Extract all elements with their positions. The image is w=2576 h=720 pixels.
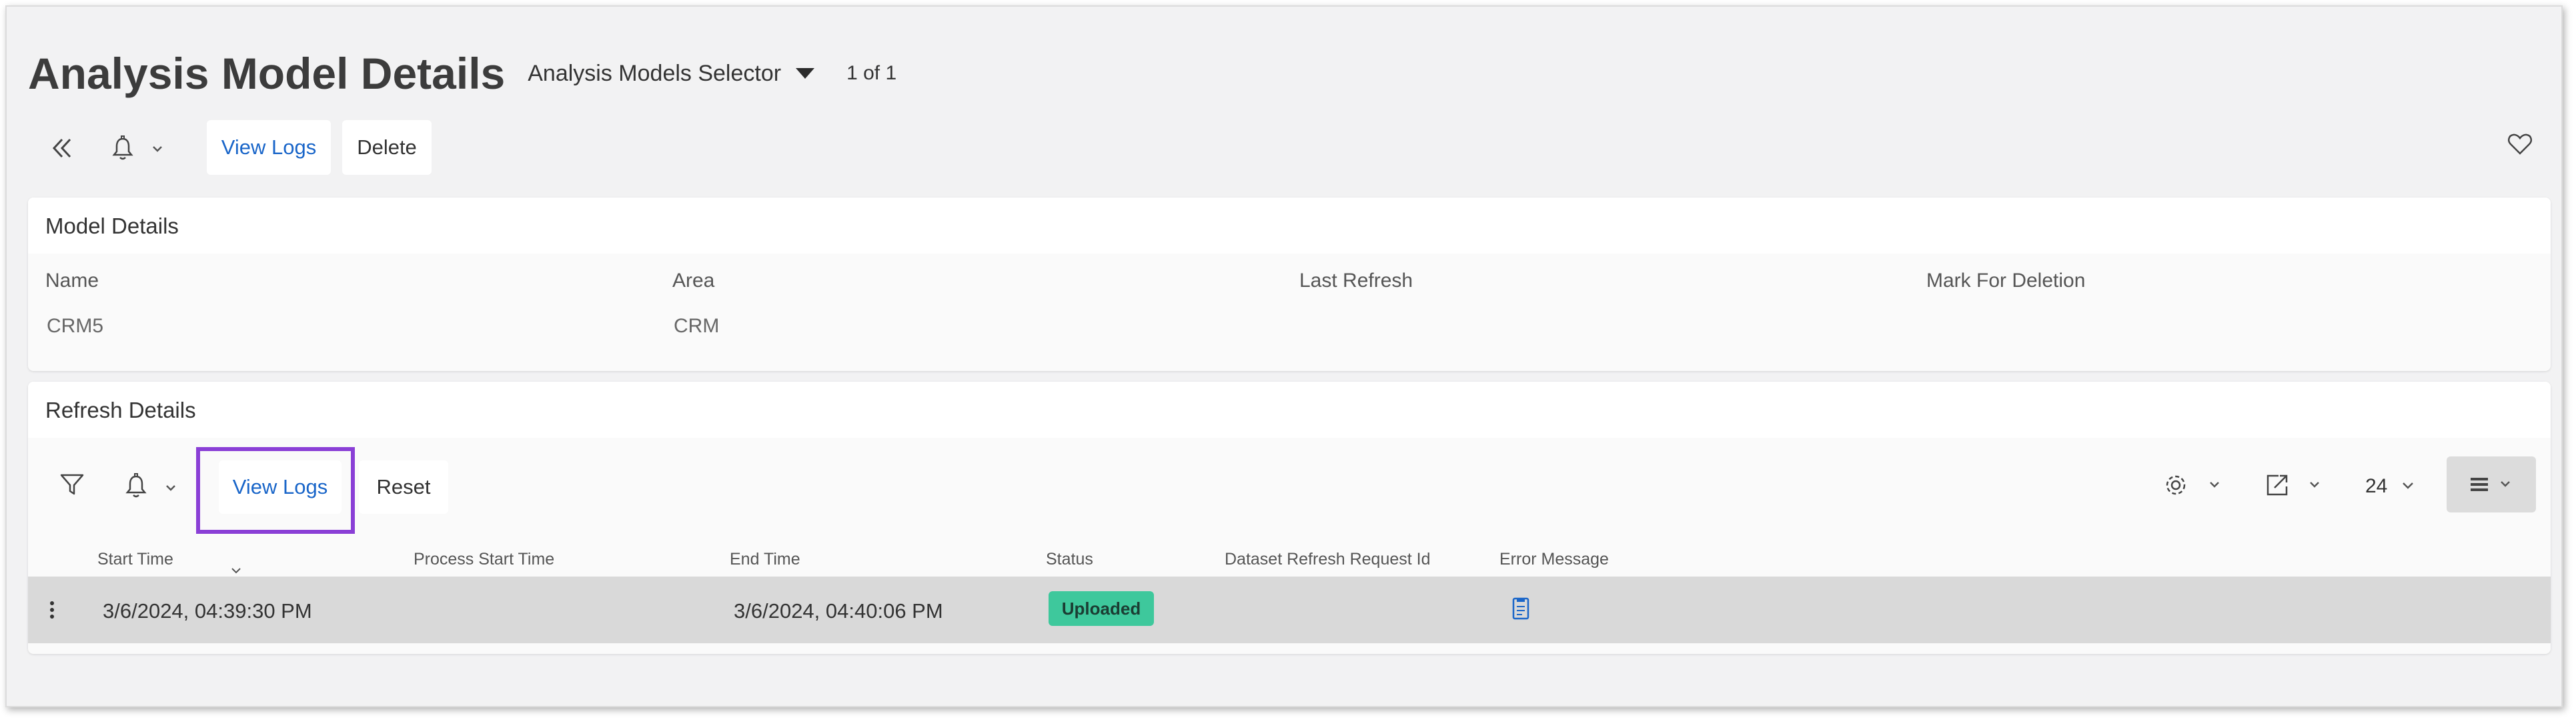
col-process-start-time[interactable]: Process Start Time	[414, 550, 554, 569]
view-logs-button[interactable]: View Logs	[207, 120, 331, 175]
page-size-dropdown[interactable]: 24	[2365, 470, 2432, 503]
col-error-message[interactable]: Error Message	[1499, 550, 1609, 569]
heart-icon[interactable]	[2504, 129, 2536, 159]
grid-notifications-dropdown[interactable]	[121, 470, 183, 502]
name-label: Name	[45, 270, 99, 292]
bell-icon	[112, 135, 162, 160]
page-size-value: 24	[2365, 475, 2388, 497]
col-start-time[interactable]: Start Time	[97, 550, 173, 569]
refresh-details-title: Refresh Details	[45, 398, 196, 422]
highlight-box	[196, 447, 355, 534]
filter-icon[interactable]	[57, 470, 87, 499]
kebab-menu-icon[interactable]	[45, 597, 59, 623]
gear-icon	[2166, 475, 2219, 495]
record-counter: 1 of 1	[846, 62, 897, 84]
notifications-dropdown[interactable]	[111, 132, 171, 164]
view-mode-dropdown[interactable]	[2447, 456, 2536, 512]
selector-label: Analysis Models Selector	[528, 60, 782, 86]
table-row[interactable]: 3/6/2024, 04:39:30 PM 3/6/2024, 04:40:06…	[28, 577, 2551, 643]
document-icon[interactable]	[1510, 595, 1531, 622]
sort-arrow-icon[interactable]	[229, 566, 243, 575]
refresh-details-header: Refresh Details	[28, 382, 2551, 438]
col-dataset-refresh-request-id[interactable]: Dataset Refresh Request Id	[1225, 550, 1431, 569]
area-label: Area	[672, 270, 715, 292]
model-details-panel: Model Details Name CRM5 Area CRM Last Re…	[28, 198, 2551, 371]
model-details-header: Model Details	[28, 198, 2551, 254]
name-value: CRM5	[47, 315, 104, 337]
chevron-down-icon	[2403, 482, 2414, 489]
analysis-models-selector[interactable]: Analysis Models Selector	[528, 60, 815, 87]
app-window: Analysis Model Details Analysis Models S…	[5, 5, 2563, 707]
bell-icon	[125, 473, 175, 498]
cell-start-time: 3/6/2024, 04:39:30 PM	[103, 599, 312, 623]
title-row: Analysis Model Details Analysis Models S…	[28, 47, 896, 100]
export-icon	[2267, 474, 2319, 496]
reset-button[interactable]: Reset	[359, 460, 448, 514]
last-refresh-label: Last Refresh	[1299, 270, 1413, 292]
list-view-icon	[2471, 478, 2510, 491]
refresh-details-panel: Refresh Details View Logs Reset 24 Start…	[28, 382, 2551, 654]
status-badge: Uploaded	[1049, 591, 1154, 626]
col-end-time[interactable]: End Time	[730, 550, 800, 569]
col-status[interactable]: Status	[1046, 550, 1093, 569]
export-dropdown[interactable]	[2263, 468, 2329, 502]
delete-button[interactable]: Delete	[342, 120, 432, 175]
collapse-double-chevron-icon[interactable]	[45, 133, 79, 163]
mark-for-deletion-label: Mark For Deletion	[1926, 270, 2086, 292]
page-title: Analysis Model Details	[28, 49, 506, 98]
cell-end-time: 3/6/2024, 04:40:06 PM	[734, 599, 943, 623]
model-details-title: Model Details	[45, 214, 179, 238]
caret-down-icon	[796, 68, 815, 79]
area-value: CRM	[674, 315, 720, 337]
settings-dropdown[interactable]	[2162, 468, 2229, 502]
